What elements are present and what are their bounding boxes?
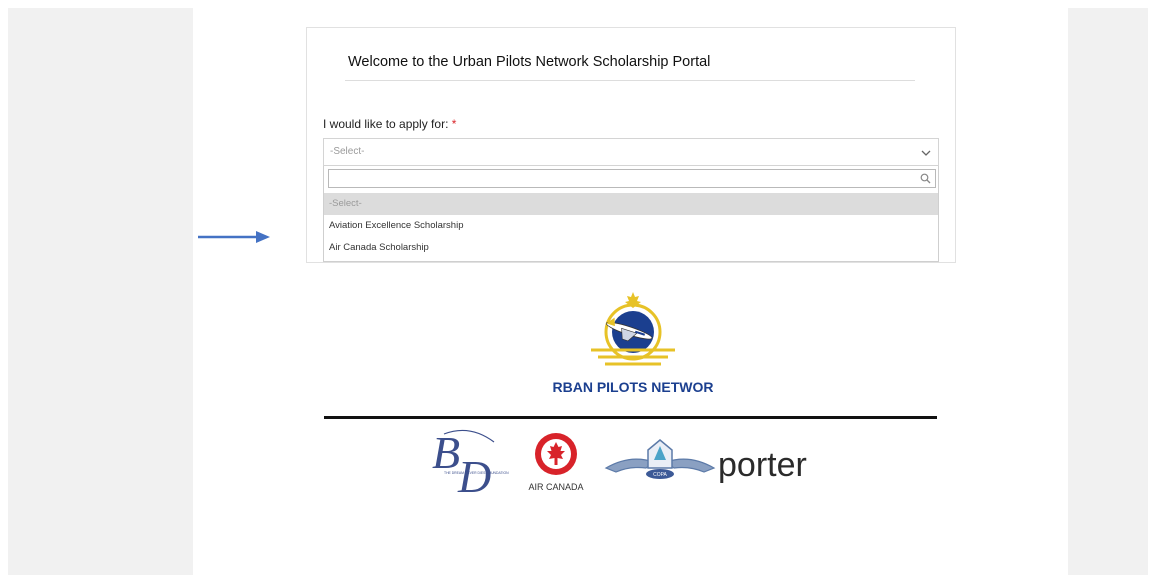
select-current-value: -Select- <box>330 146 365 157</box>
option-air-canada[interactable]: Air Canada Scholarship <box>324 237 938 259</box>
svg-text:AIR CANADA: AIR CANADA <box>528 482 583 492</box>
svg-text:THE DREAM NEVER DIES FOUNDATIO: THE DREAM NEVER DIES FOUNDATION <box>444 471 509 475</box>
apply-for-label-text: I would like to apply for: <box>323 117 449 131</box>
left-gutter <box>0 0 193 575</box>
scholarship-select[interactable]: -Select- <box>323 138 939 166</box>
chevron-down-icon[interactable] <box>920 147 932 159</box>
pointer-arrow-icon <box>198 231 270 243</box>
title-divider <box>345 80 915 81</box>
urban-pilots-network-logo: URBAN PILOTS NETWORK <box>553 292 713 395</box>
dropdown-search-input[interactable] <box>328 169 936 188</box>
option-select-placeholder[interactable]: -Select- <box>324 193 938 215</box>
logo-divider <box>324 416 937 419</box>
porter-logo: porter <box>718 446 807 484</box>
right-gutter-panel <box>1068 8 1148 575</box>
apply-for-label: I would like to apply for: * <box>323 117 456 131</box>
svg-text:COPA: COPA <box>653 472 667 478</box>
select-dropdown-panel: -Select- Aviation Excellence Scholarship… <box>323 166 939 262</box>
portal-title: Welcome to the Urban Pilots Network Scho… <box>348 54 711 70</box>
option-aviation-excellence[interactable]: Aviation Excellence Scholarship <box>324 215 938 237</box>
partner-logos: B D THE DREAM NEVER DIES FOUNDATION AIR … <box>432 427 807 496</box>
search-icon <box>920 173 931 184</box>
left-gutter-panel <box>8 8 193 575</box>
required-asterisk: * <box>451 117 457 131</box>
copa-logo: COPA <box>604 439 716 479</box>
scholarship-form-card: Welcome to the Urban Pilots Network Scho… <box>306 27 956 263</box>
air-canada-logo: AIR CANADA <box>528 433 584 492</box>
upn-wordmark: URBAN PILOTS NETWORK <box>553 379 713 395</box>
bd-foundation-logo: B D THE DREAM NEVER DIES FOUNDATION <box>432 427 509 496</box>
